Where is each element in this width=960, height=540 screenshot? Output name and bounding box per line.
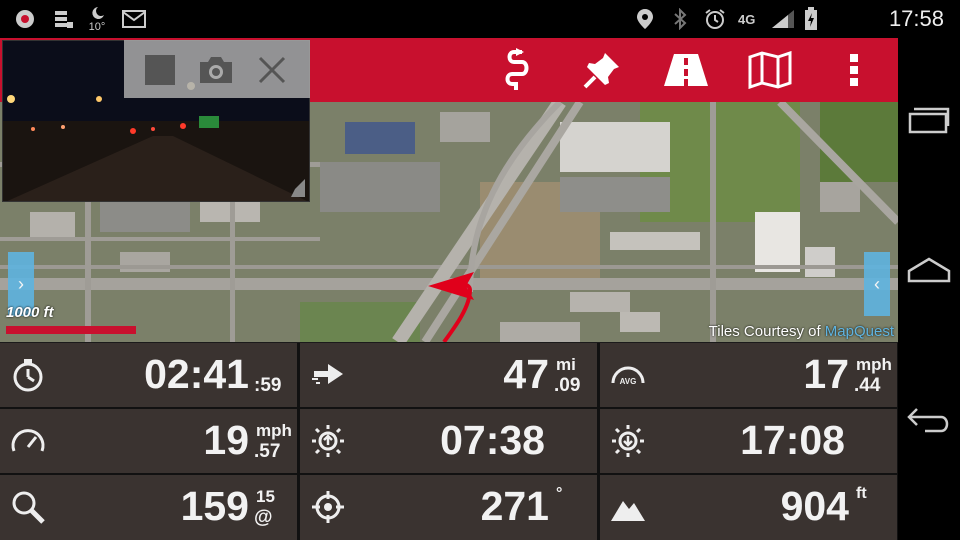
recent-apps-icon: [908, 107, 950, 134]
attribution-prefix: Tiles Courtesy of: [708, 323, 825, 340]
home-icon: [907, 257, 951, 283]
close-button[interactable]: [250, 48, 294, 92]
notification-icon: [52, 0, 74, 38]
stat-sub: .57: [254, 441, 281, 462]
camera-icon: [200, 57, 232, 83]
stat-value: 271: [480, 483, 549, 529]
road-button[interactable]: [656, 38, 716, 102]
system-nav-bar: [898, 38, 960, 540]
battery-icon: [804, 0, 818, 38]
route-button[interactable]: [488, 38, 548, 102]
route-icon: [505, 48, 529, 90]
stat-sub: .44: [854, 375, 881, 396]
stat-value: 02:41: [144, 351, 249, 397]
stat-value: 47: [503, 351, 549, 397]
weather-temp: 10°: [88, 21, 106, 33]
map-button[interactable]: [740, 38, 800, 102]
weather-moon-icon: 10°: [88, 0, 106, 38]
bluetooth-icon: [672, 0, 688, 38]
speedometer-icon: [11, 429, 45, 452]
stat-unit: ft: [856, 485, 867, 502]
stat-unit: mi: [556, 355, 576, 374]
network-type: 4G: [738, 11, 756, 27]
mountain-icon: [611, 501, 645, 521]
recent-apps-button[interactable]: [898, 90, 960, 150]
map-scale-bar: [6, 326, 136, 334]
stat-sub: @: [254, 507, 273, 528]
map-icon: [748, 51, 792, 89]
search-icon: [12, 491, 45, 524]
more-icon: [850, 54, 858, 86]
stat-unit: 15: [256, 487, 275, 506]
camera-button[interactable]: [194, 48, 238, 92]
overflow-menu-button[interactable]: [824, 38, 884, 102]
signal-icon: [770, 0, 796, 38]
stat-sunset[interactable]: 17:08: [600, 409, 897, 473]
stat-value: 159: [180, 483, 249, 529]
stat-sub: .09: [554, 375, 581, 396]
alarm-icon: [704, 0, 726, 38]
stat-distance[interactable]: 47 mi .09: [300, 343, 597, 407]
dashcam-controls: [124, 40, 310, 98]
stat-value: 07:38: [440, 417, 545, 463]
mapquest-link[interactable]: MapQuest: [825, 323, 894, 340]
pushpin-icon: [583, 53, 619, 89]
stat-value: 904: [780, 483, 849, 529]
location-icon: [636, 0, 654, 38]
stat-elapsed[interactable]: 02:41 :59: [0, 343, 297, 407]
record-icon: [14, 0, 36, 38]
close-icon: [258, 56, 286, 84]
crosshair-icon: [312, 491, 344, 523]
avg-gauge-icon: AVG: [611, 366, 645, 386]
svg-text:AVG: AVG: [620, 377, 637, 386]
clock: 17:58: [888, 6, 944, 31]
stop-icon: [145, 55, 175, 85]
distance-arrow-icon: [312, 364, 343, 384]
stat-unit: mph: [856, 355, 892, 374]
stopwatch-icon: [13, 359, 43, 392]
map-scale-label: 1000 ft: [6, 304, 54, 321]
right-panel-tab[interactable]: ‹: [864, 252, 890, 316]
stats-grid: 02:41 :59 47 mi .09 AVG 17 mph .44 19 mp…: [0, 343, 898, 540]
map-attribution: Tiles Courtesy of MapQuest: [709, 323, 894, 340]
stat-sunrise[interactable]: 07:38: [300, 409, 597, 473]
stat-sub: :59: [254, 375, 282, 396]
home-button[interactable]: [898, 240, 960, 300]
gmail-icon: [122, 0, 146, 38]
stat-value: 17:08: [740, 417, 845, 463]
status-bar: 10° 4G 17:58: [0, 0, 960, 38]
stat-value: 19: [203, 417, 249, 463]
stat-value: 17: [803, 351, 849, 397]
road-icon: [664, 54, 708, 86]
stop-button[interactable]: [138, 48, 182, 92]
back-button[interactable]: [898, 390, 960, 450]
sunrise-icon: [312, 425, 344, 457]
stat-unit: °: [556, 485, 563, 502]
stat-unit: mph: [256, 421, 292, 440]
stat-elevation[interactable]: 904 ft: [600, 475, 897, 540]
stat-heading[interactable]: 271 °: [300, 475, 597, 540]
stat-satellites[interactable]: 159 15 @: [0, 475, 297, 540]
stat-avg-speed[interactable]: AVG 17 mph .44: [600, 343, 897, 407]
pushpin-button[interactable]: [572, 38, 632, 102]
back-icon: [907, 408, 949, 433]
sunset-icon: [612, 425, 644, 457]
stat-speed[interactable]: 19 mph .57: [0, 409, 297, 473]
app-area: › ‹ 1000 ft Tiles Courtesy of MapQuest 0…: [0, 38, 898, 540]
